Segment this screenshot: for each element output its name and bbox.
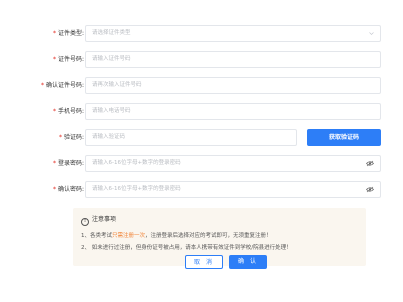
confirm-password-placeholder: 请输入6-16位字母+数字的登录密码 xyxy=(92,186,181,192)
confirm-id-number-input[interactable]: 请再次输入证件号码 xyxy=(85,77,381,94)
code-label: * 验证码: xyxy=(58,134,84,141)
confirm-password-label: * 确认密码: xyxy=(52,186,84,193)
notice-line-2: 2、 如未进行过注册，但身份证号被占用，请本人携带有效证件到学校/院县进行处理！ xyxy=(81,245,292,251)
confirm-id-number-placeholder: 请再次输入证件号码 xyxy=(92,82,142,88)
phone-row: * 手机号码: 请输入电话号码 xyxy=(0,103,403,121)
code-placeholder: 请输入验证码 xyxy=(92,134,126,140)
confirm-id-number-label: * 确认证件号码: xyxy=(40,82,84,89)
cancel-button[interactable]: 取 消 xyxy=(185,255,223,269)
id-type-placeholder: 请选择证件类型 xyxy=(92,30,131,36)
id-type-label: * 证件类型: xyxy=(52,30,84,37)
confirm-password-input[interactable]: 请输入6-16位字母+数字的登录密码 xyxy=(85,181,381,198)
info-icon: ! xyxy=(81,218,89,226)
get-code-button[interactable]: 获取验证码 xyxy=(307,129,381,146)
notice-title: ! 注意事项 xyxy=(81,215,116,226)
phone-placeholder: 请输入电话号码 xyxy=(92,108,131,114)
phone-input[interactable]: 请输入电话号码 xyxy=(85,103,381,120)
id-number-input[interactable]: 请输入证件号码 xyxy=(85,51,381,68)
confirm-password-row: * 确认密码: 请输入6-16位字母+数字的登录密码 xyxy=(0,181,403,199)
password-row: * 登录密码: 请输入6-16位字母+数字的登录密码 xyxy=(0,155,403,173)
id-number-label: * 证件号码: xyxy=(52,56,84,63)
password-label: * 登录密码: xyxy=(52,160,84,167)
notice-line-1: 1、各类考试只需注册一次，注册登录后选择对应的考试即可，无须重复注册！ xyxy=(81,233,272,239)
password-placeholder: 请输入6-16位字母+数字的登录密码 xyxy=(92,160,181,166)
chevron-down-icon xyxy=(369,32,374,35)
code-input[interactable]: 请输入验证码 xyxy=(85,129,297,146)
id-number-placeholder: 请输入证件号码 xyxy=(92,56,131,62)
id-type-select[interactable]: 请选择证件类型 xyxy=(85,25,381,42)
confirm-id-number-row: * 确认证件号码: 请再次输入证件号码 xyxy=(0,77,403,95)
eye-hidden-icon[interactable] xyxy=(366,160,374,167)
password-input[interactable]: 请输入6-16位字母+数字的登录密码 xyxy=(85,155,381,172)
code-row: * 验证码: 请输入验证码 获取验证码 xyxy=(0,129,403,147)
id-type-row: * 证件类型: 请选择证件类型 xyxy=(0,25,403,43)
eye-hidden-icon[interactable] xyxy=(366,186,374,193)
id-number-row: * 证件号码: 请输入证件号码 xyxy=(0,51,403,69)
phone-label: * 手机号码: xyxy=(52,108,84,115)
confirm-button[interactable]: 确 认 xyxy=(229,255,267,269)
